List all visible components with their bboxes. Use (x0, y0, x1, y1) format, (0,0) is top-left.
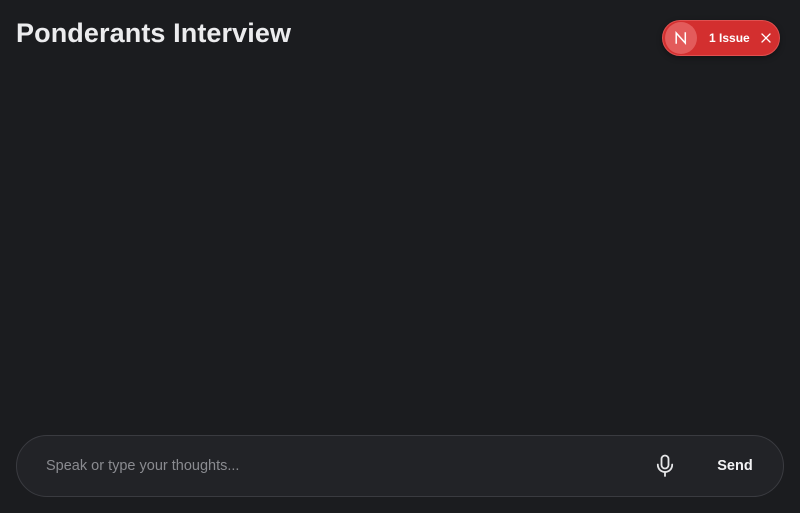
framework-logo-icon[interactable] (665, 22, 697, 54)
n-letter-icon (675, 31, 687, 45)
page: Ponderants Interview 1 Issue Send (0, 0, 800, 513)
send-button[interactable]: Send (707, 450, 763, 482)
close-icon[interactable] (759, 31, 773, 45)
issues-count-label[interactable]: 1 Issue (709, 31, 750, 45)
page-title: Ponderants Interview (16, 18, 292, 48)
message-composer: Send (16, 435, 784, 497)
issues-indicator[interactable]: 1 Issue (662, 20, 780, 56)
microphone-icon[interactable] (653, 453, 677, 479)
message-input[interactable] (46, 436, 636, 496)
